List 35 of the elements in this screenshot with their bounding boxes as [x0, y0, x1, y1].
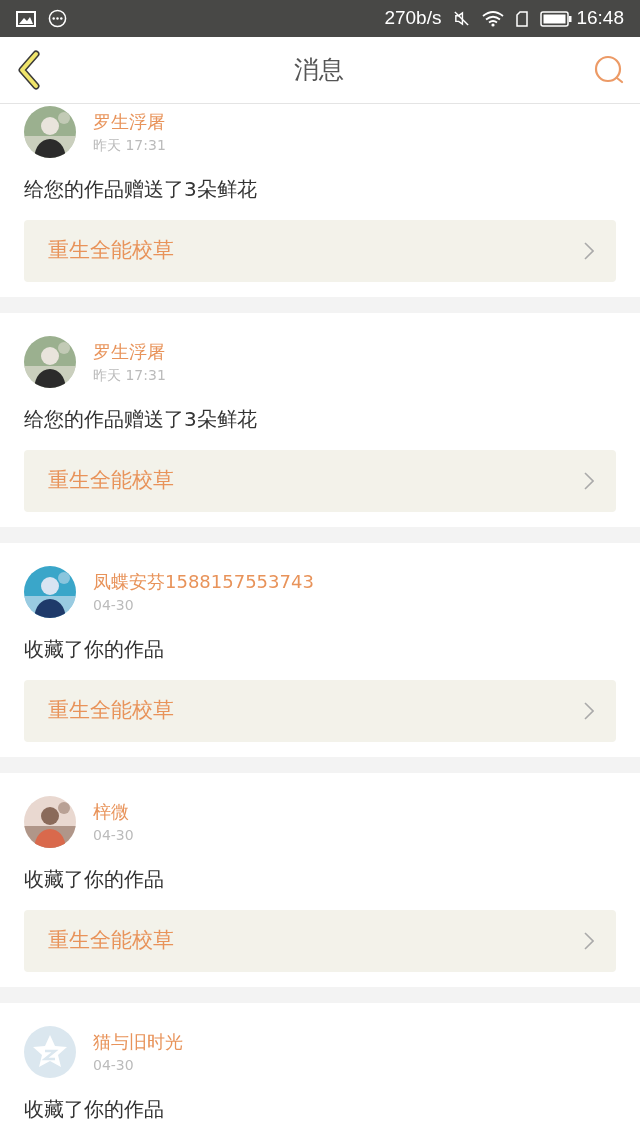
user-name[interactable]: 罗生浮屠: [93, 110, 166, 134]
search-icon: [594, 55, 624, 85]
work-link[interactable]: 重生全能校草: [24, 680, 616, 742]
more-icon: [48, 9, 67, 28]
message-time: 04-30: [93, 826, 134, 845]
chevron-right-icon: [584, 932, 594, 950]
user-name[interactable]: 凤蝶安芬1588157553743: [93, 570, 314, 594]
message-time: 昨天 17:31: [93, 136, 166, 155]
default-avatar-icon: [24, 1026, 76, 1078]
message-time: 04-30: [93, 1056, 135, 1075]
message-text: 给您的作品赠送了3朵鲜花: [24, 406, 258, 433]
message-text: 收藏了你的作品: [24, 1096, 165, 1123]
chevron-right-icon: [584, 472, 594, 490]
message-text: 给您的作品赠送了3朵鲜花: [24, 176, 258, 203]
user-name[interactable]: 猫与旧时光: [93, 1030, 183, 1054]
image-icon: [16, 10, 36, 27]
page-title: 消息: [294, 54, 344, 87]
battery-icon: [540, 10, 573, 27]
back-icon: [16, 50, 42, 90]
user-name[interactable]: 罗生浮屠: [93, 340, 166, 364]
work-link[interactable]: 重生全能校草: [24, 220, 616, 282]
clock: 16:48: [576, 6, 624, 31]
mute-icon: [453, 10, 471, 27]
message-time: 昨天 17:31: [93, 366, 166, 385]
wifi-icon: [482, 10, 505, 27]
message-text: 收藏了你的作品: [24, 636, 165, 663]
message-time: 04-30: [93, 596, 135, 615]
work-link[interactable]: 重生全能校草: [24, 910, 616, 972]
chevron-right-icon: [584, 242, 594, 260]
message-text: 收藏了你的作品: [24, 866, 165, 893]
user-name[interactable]: 梓微: [93, 800, 134, 824]
network-speed: 270b/s: [384, 6, 442, 31]
sim-card-icon: [516, 10, 529, 27]
chevron-right-icon: [584, 702, 594, 720]
work-link[interactable]: 重生全能校草: [24, 450, 616, 512]
